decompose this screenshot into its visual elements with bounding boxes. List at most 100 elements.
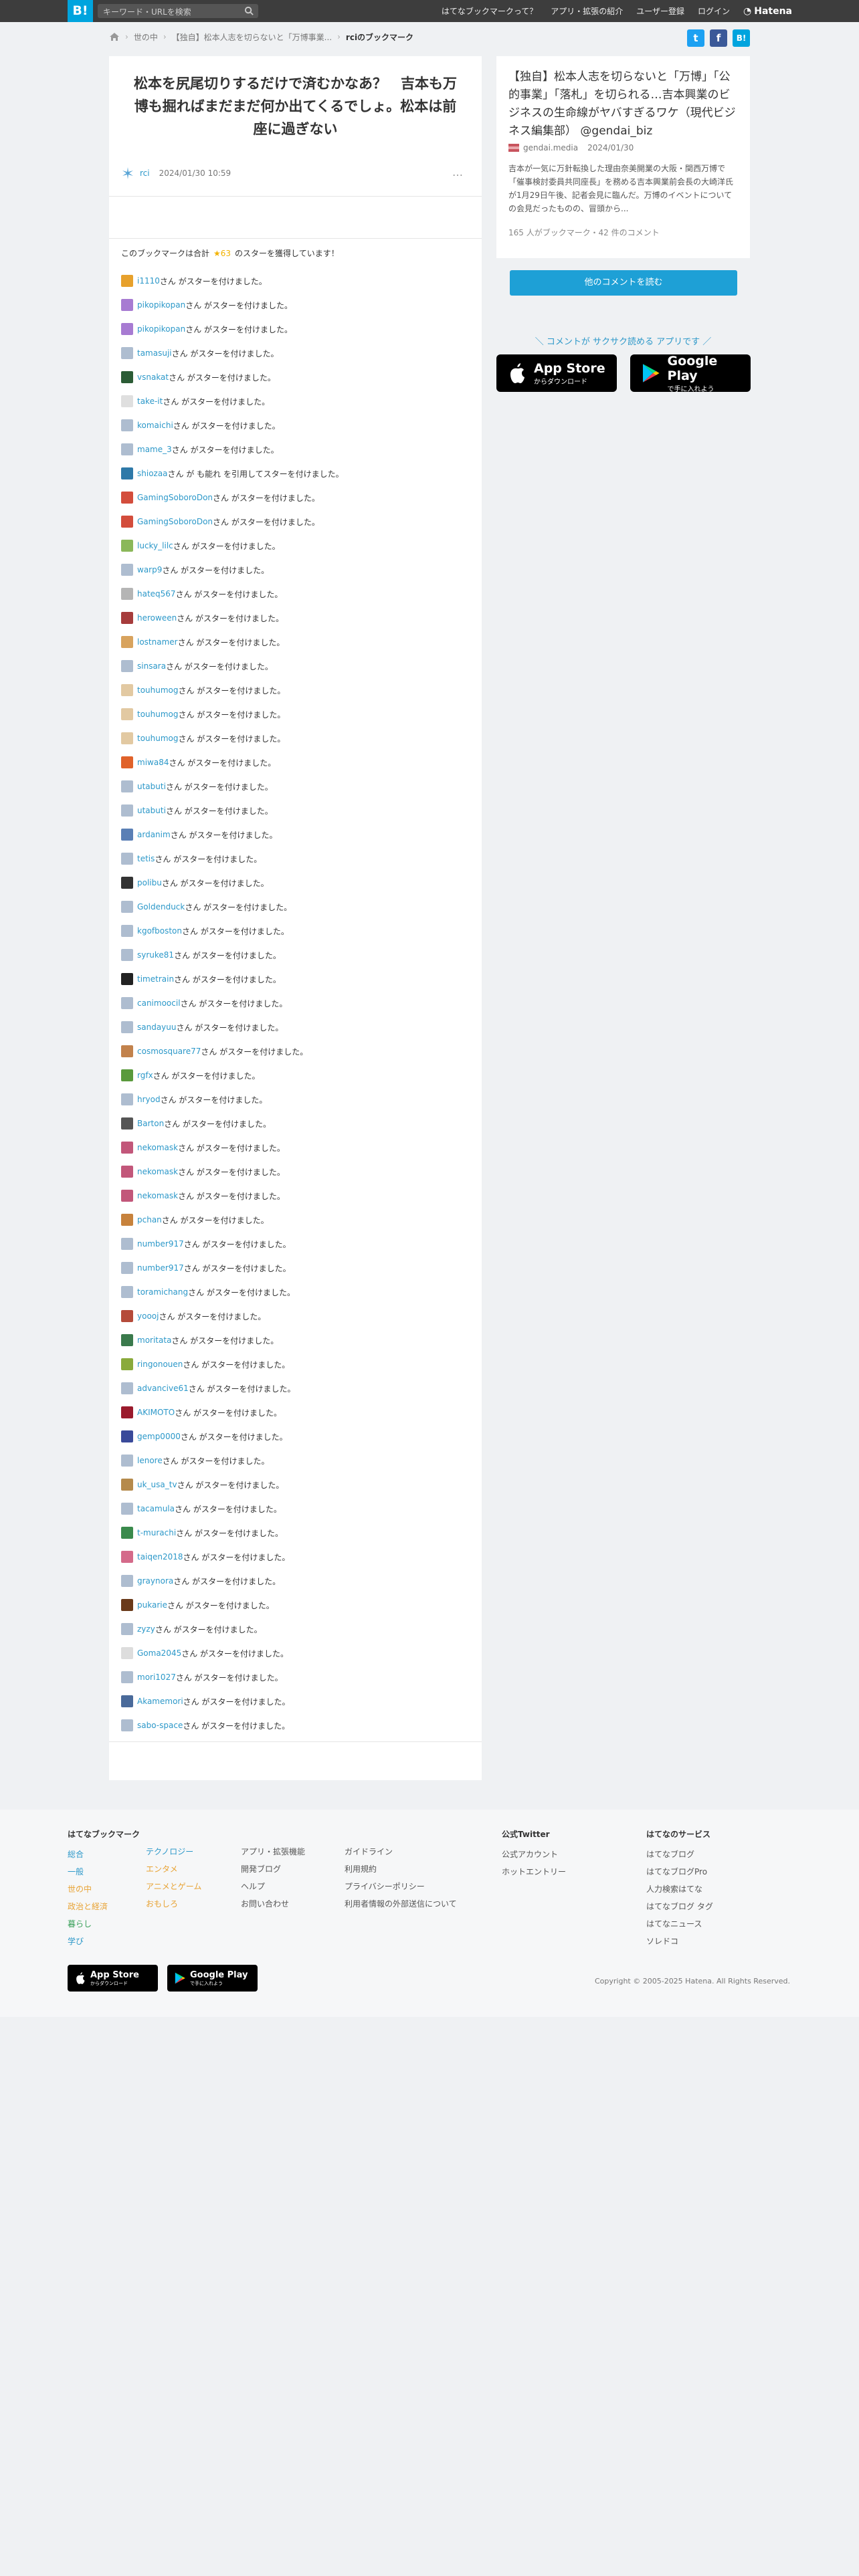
avatar[interactable] [121,588,133,600]
avatar[interactable] [121,1479,133,1491]
star-username[interactable]: tetis [137,854,155,863]
avatar[interactable] [121,1021,133,1033]
avatar[interactable] [121,1190,133,1202]
star-username[interactable]: yoooj [137,1311,159,1321]
star-username[interactable]: zyzy [137,1624,155,1634]
star-username[interactable]: hryod [137,1095,161,1104]
avatar[interactable] [121,997,133,1009]
entry-bookmark-count[interactable]: 165 人がブックマーク・42 件のコメント [508,227,660,238]
home-icon[interactable] [109,32,120,41]
footer-link-soredoko[interactable]: ソレドコ [646,1933,713,1950]
footer-app-store-badge[interactable]: App Store からダウンロード [68,1965,158,1992]
star-username[interactable]: toramichang [137,1287,188,1297]
star-username[interactable]: touhumog [137,710,179,719]
star-username[interactable]: komaichi [137,421,173,430]
avatar[interactable] [121,1117,133,1130]
avatar[interactable] [121,804,133,817]
footer-link-apps[interactable]: アプリ・拡張機能 [241,1843,305,1860]
star-username[interactable]: miwa84 [137,758,169,767]
star-username[interactable]: syruke81 [137,950,174,960]
avatar[interactable] [121,371,133,383]
read-comments-button[interactable]: 他のコメントを読む [510,270,737,296]
nav-login[interactable]: ログイン [698,5,730,17]
footer-link-devblog[interactable]: 開発ブログ [241,1860,305,1878]
avatar[interactable] [121,660,133,672]
star-username[interactable]: tacamula [137,1504,175,1513]
footer-link-learning[interactable]: 学び [68,1933,140,1950]
avatar[interactable] [121,395,133,407]
footer-link-contact[interactable]: お問い合わせ [241,1895,305,1913]
avatar[interactable] [121,708,133,720]
bookmark-username[interactable]: rci [140,169,150,178]
footer-link-anime[interactable]: アニメとゲーム [146,1878,201,1895]
avatar[interactable] [121,973,133,985]
avatar[interactable] [121,1575,133,1587]
avatar[interactable] [121,492,133,504]
avatar[interactable] [121,1551,133,1563]
star-username[interactable]: mame_3 [137,445,172,454]
footer-link-official-twitter[interactable]: 公式アカウント [502,1846,566,1863]
avatar[interactable] [121,323,133,335]
entry-card[interactable]: 【独自】松本人志を切らないと「万博」「公的事業」「落札」を切られる…吉本興業のビ… [496,56,750,258]
star-username[interactable]: heroween [137,613,177,623]
star-username[interactable]: mori1027 [137,1673,176,1682]
avatar[interactable] [121,1045,133,1057]
avatar[interactable] [121,684,133,696]
avatar[interactable] [121,1286,133,1298]
star-username[interactable]: gemp0000 [137,1432,181,1441]
star-username[interactable]: uk_usa_tv [137,1480,177,1489]
avatar[interactable] [121,853,133,865]
footer-link-social[interactable]: 世の中 [68,1881,140,1898]
avatar[interactable] [121,780,133,792]
nav-signup[interactable]: ユーザー登録 [636,5,684,17]
avatar[interactable] [121,167,134,180]
hatebu-share-icon[interactable]: B! [733,29,750,47]
star-username[interactable]: moritata [137,1335,171,1345]
avatar[interactable] [121,299,133,311]
app-store-badge[interactable]: App Store からダウンロード [496,354,617,392]
footer-link-politics[interactable]: 政治と経済 [68,1898,140,1915]
avatar[interactable] [121,1503,133,1515]
star-username[interactable]: polibu [137,878,162,887]
star-username[interactable]: number917 [137,1239,184,1249]
star-username[interactable]: nekomask [137,1167,178,1176]
google-play-badge[interactable]: Google Play で手に入れよう [630,354,751,393]
footer-link-all[interactable]: 総合 [68,1846,140,1863]
avatar[interactable] [121,1695,133,1707]
star-username[interactable]: pukarie [137,1600,167,1610]
entry-domain[interactable]: gendai.media [523,143,578,152]
avatar[interactable] [121,1358,133,1370]
footer-link-blogpro[interactable]: はてなブログPro [646,1863,713,1881]
star-username[interactable]: touhumog [137,685,179,695]
star-username[interactable]: warp9 [137,565,162,574]
avatar[interactable] [121,1238,133,1250]
footer-link-help[interactable]: ヘルプ [241,1878,305,1895]
star-username[interactable]: Akamemori [137,1697,183,1706]
footer-link-blogtag[interactable]: はてなブログ タグ [646,1898,713,1915]
star-username[interactable]: nekomask [137,1143,178,1152]
footer-link-external[interactable]: 利用者情報の外部送信について [345,1895,457,1913]
star-username[interactable]: advancive61 [137,1384,189,1393]
avatar[interactable] [121,1406,133,1418]
star-username[interactable]: touhumog [137,734,179,743]
avatar[interactable] [121,1623,133,1635]
star-username[interactable]: timetrain [137,974,174,984]
avatar[interactable] [121,564,133,576]
avatar[interactable] [121,877,133,889]
avatar[interactable] [121,829,133,841]
star-username[interactable]: sinsara [137,661,166,671]
search-icon[interactable] [244,6,254,16]
star-username[interactable]: lucky_lilc [137,541,173,550]
star-username[interactable]: canimoocil [137,998,181,1008]
search-input[interactable] [102,5,238,18]
star-username[interactable]: t-murachi [137,1528,176,1537]
breadcrumb-category[interactable]: 世の中 [134,31,158,43]
star-username[interactable]: GamingSoboroDon [137,517,213,526]
star-username[interactable]: kgofboston [137,926,182,936]
avatar[interactable] [121,540,133,552]
avatar[interactable] [121,347,133,359]
star-username[interactable]: ringonouen [137,1360,183,1369]
star-username[interactable]: hateq567 [137,589,176,599]
star-username[interactable]: utabuti [137,782,166,791]
star-username[interactable]: Goldenduck [137,902,185,911]
